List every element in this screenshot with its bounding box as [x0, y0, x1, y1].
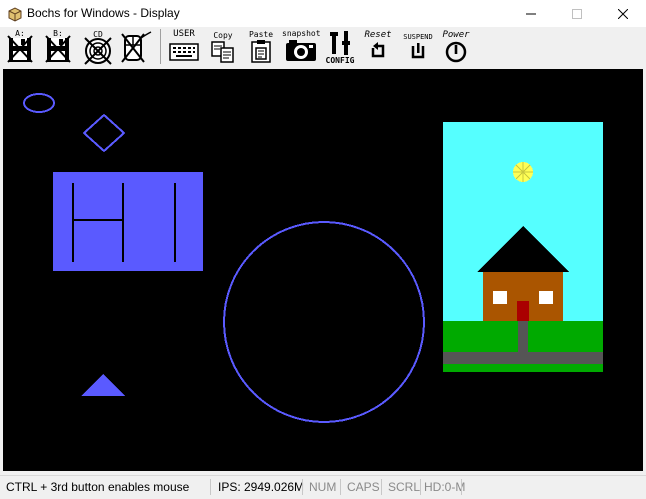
paste-button[interactable]: Paste: [246, 27, 276, 67]
minimize-icon: [526, 13, 536, 14]
wrench-screwdriver-icon: [330, 31, 350, 55]
cdrom-disc-icon: [84, 37, 112, 65]
floppy-a-button[interactable]: A:: [5, 27, 35, 67]
cdrom-button[interactable]: CD: [82, 27, 114, 67]
title-bar: Bochs for Windows - Display: [0, 0, 646, 27]
maximize-button[interactable]: [554, 0, 600, 27]
maximize-icon: [572, 8, 582, 19]
mouse-icon: [121, 31, 152, 63]
status-separator: [461, 479, 462, 495]
hi-rectangle: [53, 172, 203, 271]
camera-icon: [286, 40, 316, 61]
status-hd: HD:0-M: [424, 480, 466, 494]
copy-label: Copy: [213, 31, 233, 40]
copy-icon: [211, 41, 234, 63]
house-scene: [443, 122, 603, 372]
status-separator: [210, 479, 211, 495]
status-bar: CTRL + 3rd button enables mouse IPS: 294…: [0, 475, 646, 499]
paste-clipboard-icon: [251, 40, 271, 63]
floppy-disk-icon: [7, 35, 33, 63]
reset-label: Reset: [364, 30, 392, 40]
floppy-disk-icon: [45, 35, 71, 63]
reset-arrow-icon: [371, 42, 385, 58]
status-separator: [302, 479, 303, 495]
keyboard-icon: [169, 43, 199, 61]
small-ellipse-shape: [23, 93, 55, 113]
house-window-right: [539, 291, 553, 304]
house-door: [517, 301, 529, 321]
triangle-shape: [81, 374, 125, 396]
power-label: Power: [442, 30, 470, 40]
power-icon: [445, 41, 467, 63]
paste-label: Paste: [248, 30, 274, 39]
minimize-button[interactable]: [508, 0, 554, 27]
emulator-display[interactable]: [3, 69, 643, 471]
house-window-left: [493, 291, 507, 304]
status-ips: IPS: 2949.026M: [218, 480, 305, 494]
diamond-shape: [82, 113, 126, 153]
config-label: CONFIG: [325, 56, 355, 65]
config-button[interactable]: CONFIG: [324, 27, 356, 67]
window-title: Bochs for Windows - Display: [27, 6, 180, 20]
toolbar: A: B: CD USER Copy Paste snapshot CONFIG…: [0, 27, 646, 67]
floppy-b-button[interactable]: B:: [43, 27, 73, 67]
status-mouse-hint: CTRL + 3rd button enables mouse: [6, 480, 190, 494]
status-separator: [381, 479, 382, 495]
display-canvas: [23, 93, 603, 423]
road: [443, 352, 603, 364]
reset-button[interactable]: Reset: [361, 27, 395, 67]
status-num: NUM: [309, 480, 337, 494]
status-separator: [340, 479, 341, 495]
suspend-label: SUSPEND: [403, 33, 433, 41]
status-separator: [420, 479, 421, 495]
bochs-app-icon: [8, 7, 22, 22]
large-circle-shape: [223, 221, 425, 423]
status-caps: CAPS: [347, 480, 380, 494]
mouse-toggle-button[interactable]: [119, 27, 153, 67]
suspend-icon: [411, 43, 425, 59]
status-scrl: SCRL: [388, 480, 421, 494]
close-button[interactable]: [600, 0, 646, 27]
toolbar-separator: [160, 29, 161, 64]
snapshot-label: snapshot: [282, 29, 321, 38]
snapshot-button[interactable]: snapshot: [282, 27, 321, 67]
power-button[interactable]: Power: [439, 27, 473, 67]
user-keys-button[interactable]: USER: [166, 27, 202, 67]
path: [518, 321, 528, 353]
close-icon: [618, 8, 628, 19]
suspend-button[interactable]: SUSPEND: [400, 27, 436, 67]
copy-button[interactable]: Copy: [208, 27, 238, 67]
sun-pattern: [513, 162, 533, 182]
user-label: USER: [173, 29, 195, 39]
